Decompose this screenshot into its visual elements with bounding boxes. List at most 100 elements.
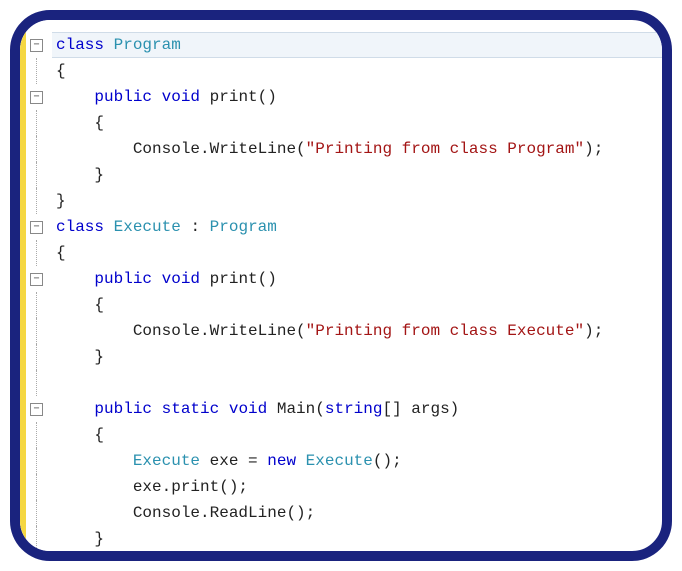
code-line[interactable]: Console.WriteLine("Printing from class E… (52, 318, 662, 344)
code-line[interactable]: exe.print(); (52, 474, 662, 500)
fold-guide (36, 448, 38, 474)
token-type: Program (210, 218, 277, 236)
fold-toggle[interactable]: − (30, 273, 43, 286)
gutter-row: − (20, 214, 52, 240)
token-plain: Console.WriteLine( (56, 140, 306, 158)
change-bar (20, 214, 26, 240)
fold-toggle[interactable]: − (30, 39, 43, 52)
token-plain: } (56, 166, 104, 184)
change-bar (20, 344, 26, 370)
gutter-row (20, 240, 52, 266)
token-plain (104, 36, 114, 54)
token-plain: { (56, 244, 66, 262)
token-kw: class (56, 218, 104, 236)
token-plain: print() (200, 88, 277, 106)
code-line[interactable]: public static void Main(string[] args) (52, 396, 662, 422)
gutter-row (20, 552, 52, 561)
gutter-row (20, 110, 52, 136)
code-line[interactable]: Console.ReadLine(); (52, 500, 662, 526)
token-type: Program (114, 36, 181, 54)
fold-guide (36, 552, 38, 561)
token-plain (296, 452, 306, 470)
fold-guide (36, 110, 38, 136)
fold-toggle[interactable]: − (30, 91, 43, 104)
fold-guide (36, 370, 38, 396)
code-line[interactable] (52, 370, 662, 396)
change-bar (20, 110, 26, 136)
token-plain (56, 88, 94, 106)
gutter-row (20, 188, 52, 214)
token-kw: public (94, 88, 152, 106)
fold-guide (36, 240, 38, 266)
change-bar (20, 240, 26, 266)
token-plain (152, 88, 162, 106)
change-bar (20, 552, 26, 561)
gutter-row (20, 422, 52, 448)
code-line[interactable]: } (52, 162, 662, 188)
token-plain: { (56, 426, 104, 444)
token-kw: static (162, 400, 220, 418)
code-line[interactable]: } (52, 526, 662, 551)
change-bar (20, 396, 26, 422)
gutter: − − − − − (20, 20, 52, 551)
token-plain: Console.WriteLine( (56, 322, 306, 340)
token-plain: } (56, 530, 104, 548)
fold-guide (36, 526, 38, 552)
fold-toggle[interactable]: − (30, 403, 43, 416)
token-plain (56, 270, 94, 288)
change-bar (20, 136, 26, 162)
token-plain: print() (200, 270, 277, 288)
code-line[interactable]: { (52, 110, 662, 136)
gutter-row (20, 448, 52, 474)
change-bar (20, 162, 26, 188)
token-plain: exe.print(); (56, 478, 248, 496)
token-str: "Printing from class Execute" (306, 322, 584, 340)
code-line[interactable]: class Execute : Program (52, 214, 662, 240)
code-line[interactable]: { (52, 292, 662, 318)
change-bar (20, 422, 26, 448)
gutter-row: − (20, 84, 52, 110)
token-plain: [] args) (382, 400, 459, 418)
token-kw: public (94, 270, 152, 288)
token-type: Execute (306, 452, 373, 470)
token-plain: { (56, 296, 104, 314)
token-plain: Console.ReadLine(); (56, 504, 315, 522)
fold-guide (36, 292, 38, 318)
fold-guide (36, 344, 38, 370)
gutter-row (20, 474, 52, 500)
token-plain (56, 400, 94, 418)
gutter-row (20, 292, 52, 318)
token-kw: void (162, 88, 200, 106)
code-line[interactable]: public void print() (52, 266, 662, 292)
token-plain: Main( (267, 400, 325, 418)
fold-guide (36, 474, 38, 500)
token-plain (219, 400, 229, 418)
token-type: Execute (114, 218, 181, 236)
gutter-row (20, 370, 52, 396)
code-line[interactable]: Console.WriteLine("Printing from class P… (52, 136, 662, 162)
code-line[interactable]: Execute exe = new Execute(); (52, 448, 662, 474)
token-plain (152, 400, 162, 418)
code-area: class Program{ public void print() { Con… (52, 20, 662, 551)
code-line[interactable]: { (52, 240, 662, 266)
change-bar (20, 266, 26, 292)
gutter-row (20, 162, 52, 188)
code-line[interactable]: } (52, 344, 662, 370)
change-bar (20, 188, 26, 214)
token-plain: ); (584, 140, 603, 158)
token-plain: } (56, 348, 104, 366)
token-plain (56, 452, 133, 470)
token-plain: exe = (200, 452, 267, 470)
code-line[interactable]: } (52, 188, 662, 214)
change-bar (20, 500, 26, 526)
code-line[interactable]: public void print() (52, 84, 662, 110)
fold-toggle[interactable]: − (30, 221, 43, 234)
token-plain: { (56, 114, 104, 132)
code-line[interactable]: class Program (52, 32, 662, 58)
gutter-row (20, 500, 52, 526)
code-line[interactable]: { (52, 58, 662, 84)
change-bar (20, 526, 26, 552)
token-plain: (); (373, 452, 402, 470)
fold-guide (36, 188, 38, 214)
code-line[interactable]: { (52, 422, 662, 448)
